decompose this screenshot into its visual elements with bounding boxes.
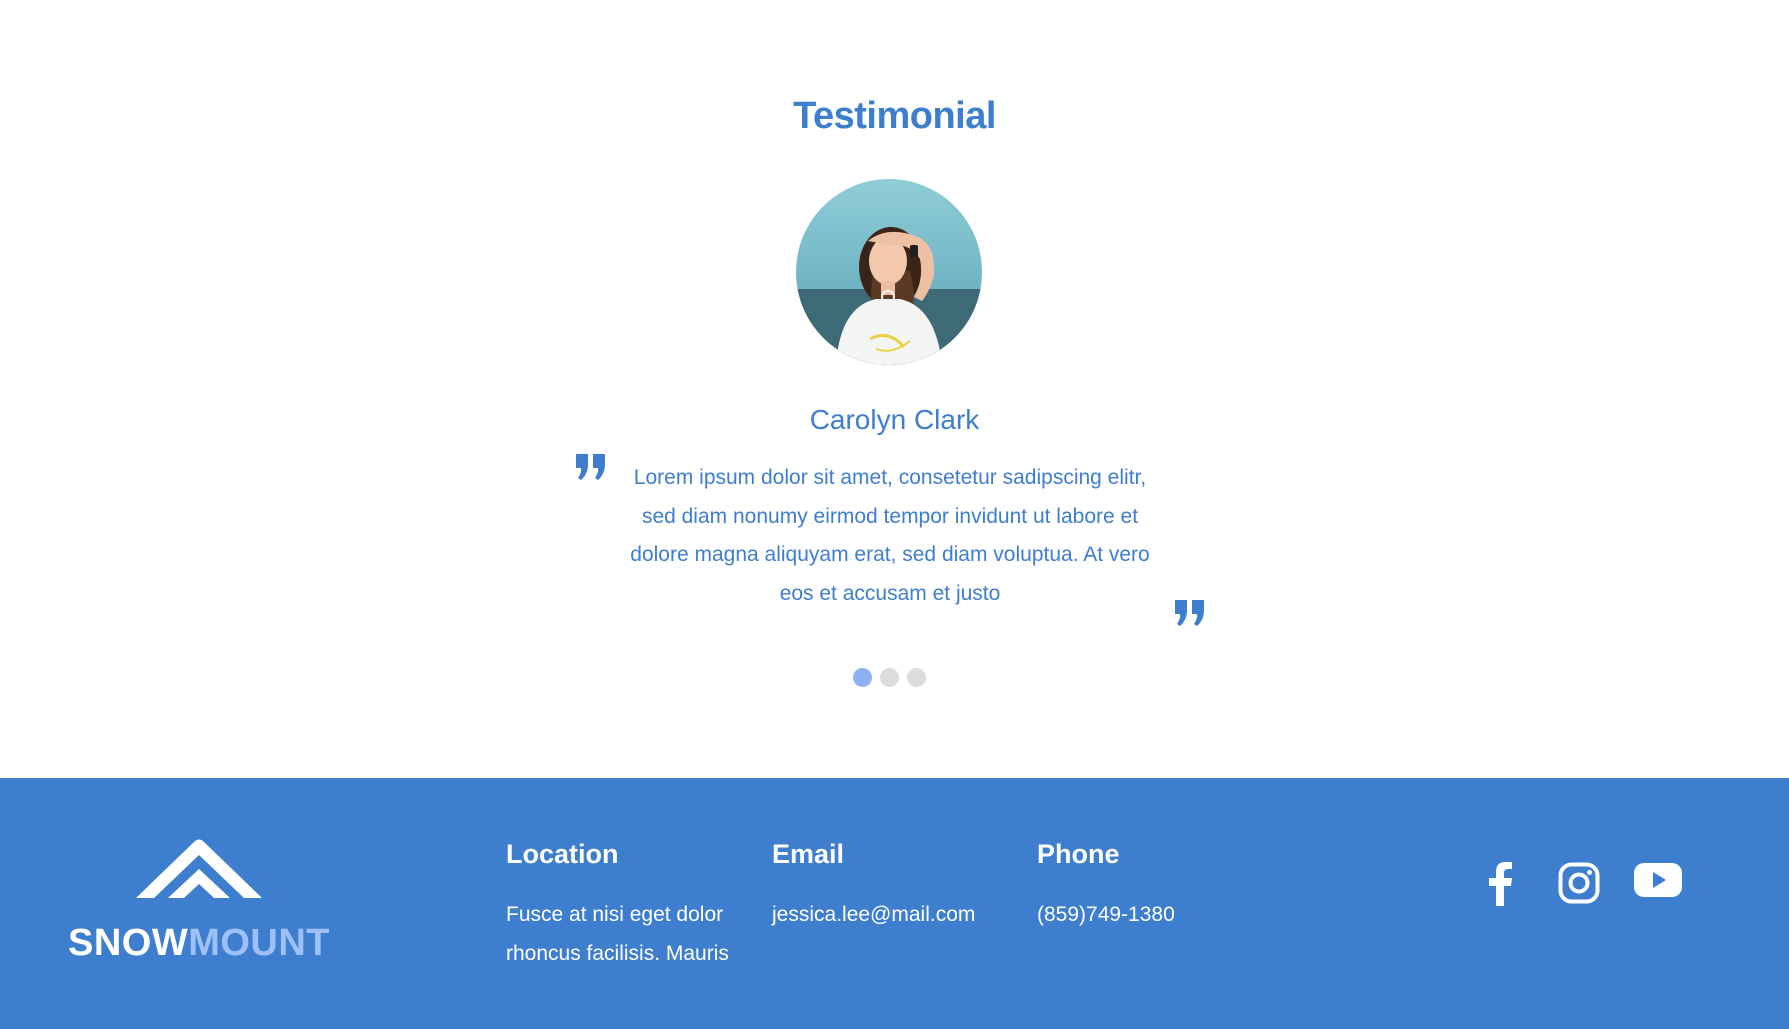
testimonial-section: Testimonial Carolyn Clark Lorem ipsum do… — [0, 0, 1789, 778]
avatar — [796, 179, 982, 365]
section-title: Testimonial — [793, 95, 996, 137]
email-column: Email jessica.lee@mail.com — [772, 836, 1002, 935]
carousel-dot-1[interactable] — [853, 668, 872, 687]
carousel-dots — [853, 668, 926, 687]
email-link[interactable]: jessica.lee@mail.com — [772, 896, 1002, 935]
phone-column: Phone (859)749-1380 — [1037, 836, 1237, 935]
youtube-icon[interactable] — [1634, 862, 1682, 903]
carousel-dot-3[interactable] — [907, 668, 926, 687]
mountain-logo-icon — [136, 839, 262, 898]
person-photo — [796, 179, 982, 365]
brand-name: SNOWMOUNT — [58, 920, 340, 966]
facebook-icon[interactable] — [1484, 862, 1520, 911]
quote-close-icon — [1174, 598, 1206, 633]
quote-open-icon — [575, 452, 607, 487]
phone-link[interactable]: (859)749-1380 — [1037, 896, 1237, 935]
brand-name-part2: MOUNT — [188, 922, 331, 964]
brand-logo[interactable]: SNOWMOUNT — [58, 836, 340, 986]
email-heading: Email — [772, 839, 845, 869]
site-footer: SNOWMOUNT Location Fusce at nisi eget do… — [0, 778, 1789, 1029]
brand-name-part1: SNOW — [67, 922, 189, 964]
testimonial-quote: Lorem ipsum dolor sit amet, consetetur s… — [630, 466, 1150, 605]
location-text: Fusce at nisi eget dolor rhoncus facilis… — [506, 903, 729, 965]
phone-heading: Phone — [1037, 839, 1120, 869]
carousel-dot-2[interactable] — [880, 668, 899, 687]
instagram-icon[interactable] — [1558, 862, 1600, 909]
location-heading: Location — [506, 839, 619, 869]
testimonial-author: Carolyn Clark — [809, 404, 980, 435]
location-column: Location Fusce at nisi eget dolor rhoncu… — [506, 836, 746, 973]
